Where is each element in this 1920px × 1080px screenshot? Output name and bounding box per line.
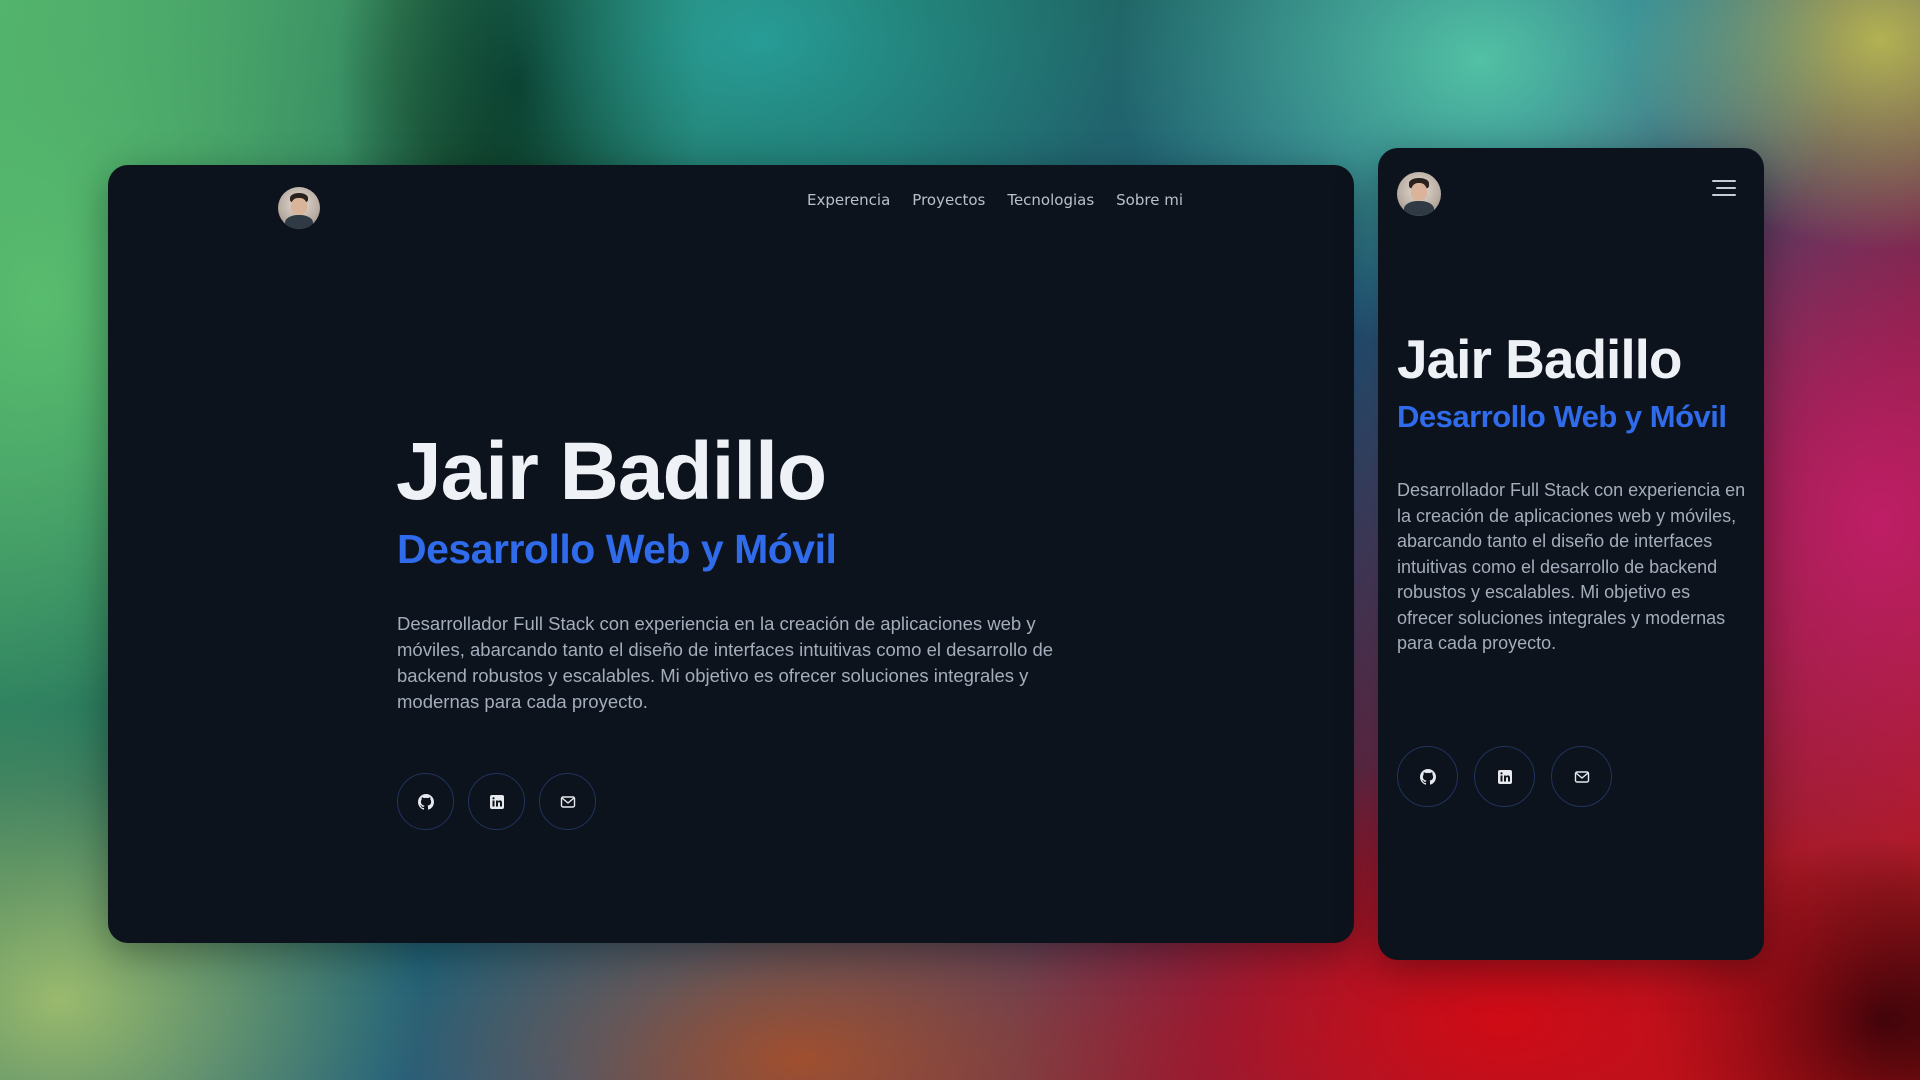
hero-description: Desarrollador Full Stack con experiencia… bbox=[397, 613, 1054, 712]
avatar[interactable] bbox=[1397, 172, 1441, 216]
github-button[interactable] bbox=[1397, 746, 1458, 807]
nav-item-experiencia[interactable]: Experencia bbox=[807, 191, 890, 209]
hero-subtitle: Desarrollo Web y Móvil bbox=[397, 526, 837, 572]
hero-title: Jair Badillo bbox=[1397, 328, 1682, 390]
linkedin-icon bbox=[1497, 769, 1512, 784]
avatar[interactable] bbox=[278, 187, 320, 229]
social-links bbox=[397, 773, 596, 830]
top-nav: Experencia Proyectos Tecnologias Sobre m… bbox=[807, 191, 1183, 209]
hamburger-menu-icon[interactable] bbox=[1712, 180, 1736, 200]
mail-icon bbox=[560, 795, 575, 808]
linkedin-icon bbox=[489, 794, 504, 809]
social-links bbox=[1397, 746, 1612, 807]
email-button[interactable] bbox=[539, 773, 596, 830]
hero-title: Jair Badillo bbox=[396, 426, 827, 517]
github-icon bbox=[1419, 768, 1436, 785]
linkedin-button[interactable] bbox=[468, 773, 525, 830]
nav-item-tecnologias[interactable]: Tecnologias bbox=[1007, 191, 1094, 209]
desktop-preview: Experencia Proyectos Tecnologias Sobre m… bbox=[108, 165, 1354, 943]
nav-item-sobre-mi[interactable]: Sobre mi bbox=[1116, 191, 1183, 209]
nav-item-proyectos[interactable]: Proyectos bbox=[912, 191, 985, 209]
github-button[interactable] bbox=[397, 773, 454, 830]
email-button[interactable] bbox=[1551, 746, 1612, 807]
github-icon bbox=[417, 793, 434, 810]
hero-description: Desarrollador Full Stack con experiencia… bbox=[1397, 480, 1746, 653]
linkedin-button[interactable] bbox=[1474, 746, 1535, 807]
hero-subtitle: Desarrollo Web y Móvil bbox=[1397, 399, 1727, 434]
mail-icon bbox=[1574, 770, 1589, 783]
mobile-preview: Jair Badillo Desarrollo Web y Móvil Desa… bbox=[1378, 148, 1764, 960]
